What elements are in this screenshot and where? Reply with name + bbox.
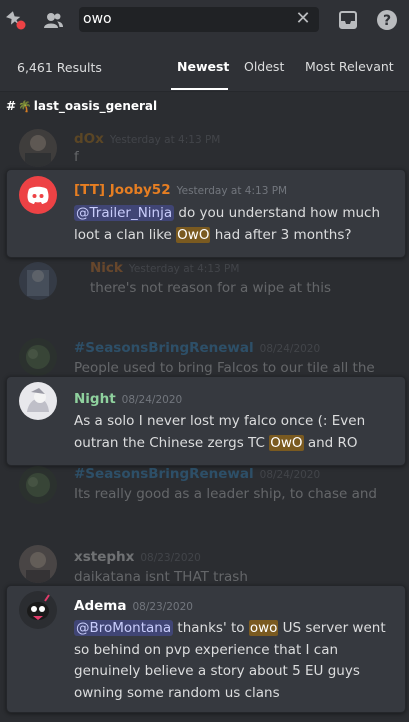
message-content: @Trailer_Ninja do you understand how muc… <box>74 205 381 243</box>
search-result-card[interactable]: Night 08/24/2020 As a solo I never lost m… <box>6 376 406 466</box>
message-timestamp: 08/23/2020 <box>140 552 201 564</box>
message-username[interactable]: Night 08/24/2020 <box>74 391 182 407</box>
message-timestamp: 08/24/2020 <box>259 469 321 481</box>
context-message: #SeasonsBringRenewal 08/24/2020 People us… <box>0 336 409 376</box>
message-content: Its really good as a leader ship, to cha… <box>74 486 377 502</box>
tab-newest[interactable]: Newest <box>177 59 229 74</box>
message-username[interactable]: #SeasonsBringRenewal 08/24/2020 <box>74 340 320 356</box>
channel-name: last_oasis_general <box>33 99 158 113</box>
message-username[interactable]: dOx Yesterday at 4:13 PM <box>74 131 220 147</box>
message-username[interactable]: Nick Yesterday at 4:13 PM <box>90 260 239 276</box>
search-highlight: OwO <box>176 226 211 243</box>
message-content: As a solo I never lost my falco once (: … <box>74 413 366 451</box>
message-username[interactable]: xstephx 08/23/2020 <box>74 549 201 565</box>
message-username[interactable]: #SeasonsBringRenewal 08/24/2020 <box>74 466 320 482</box>
context-message: Nick Yesterday at 4:13 PM there's not rea… <box>0 258 409 304</box>
context-message: #SeasonsBringRenewal 08/24/2020 Its reall… <box>0 466 409 506</box>
avatar <box>19 545 57 583</box>
user-mention[interactable]: @Trailer_Ninja <box>74 205 175 221</box>
tab-oldest[interactable]: Oldest <box>244 59 284 74</box>
message-content: f <box>74 149 79 165</box>
avatar <box>19 262 57 300</box>
message-content: there's not reason for a wipe at this <box>90 280 331 296</box>
tab-most-relevant[interactable]: Most Relevant <box>305 59 394 74</box>
discord-avatar-icon <box>19 176 57 214</box>
result-count: 6,461 Results <box>17 60 102 75</box>
message-timestamp: Yesterday at 4:13 PM <box>128 263 240 275</box>
search-highlight: OwO <box>269 434 304 451</box>
avatar <box>19 129 57 167</box>
context-message: dOx Yesterday at 4:13 PM f <box>0 125 409 167</box>
channel-header[interactable]: # 🌴 last_oasis_general <box>6 99 157 113</box>
search-result-card[interactable]: Adema 08/23/2020 @BroMontana thanks' to o… <box>6 585 406 713</box>
search-input[interactable]: owo ✕ <box>79 7 319 32</box>
results-header: 6,461 Results Newest Oldest Most Relevan… <box>0 40 409 92</box>
help-icon[interactable]: ? <box>375 8 399 32</box>
close-icon[interactable]: ✕ <box>293 9 313 29</box>
inbox-icon[interactable] <box>336 8 360 32</box>
search-highlight: owo <box>248 620 279 636</box>
svg-text:?: ? <box>383 13 391 29</box>
avatar <box>19 382 57 420</box>
message-content: @BroMontana thanks' to owo US server wen… <box>74 620 386 701</box>
avatar <box>19 338 57 376</box>
channel-hash: # <box>6 99 17 113</box>
message-timestamp: 08/24/2020 <box>121 394 183 406</box>
context-message: xstephx 08/23/2020 daikatana isnt THAT tr… <box>0 545 409 585</box>
message-timestamp: 08/23/2020 <box>132 601 193 613</box>
message-username[interactable]: Adema 08/23/2020 <box>74 598 193 614</box>
message-timestamp: 08/24/2020 <box>259 343 321 355</box>
message-username[interactable]: [TT] Jooby52 Yesterday at 4:13 PM <box>74 182 287 198</box>
search-result-card[interactable]: [TT] Jooby52 Yesterday at 4:13 PM @Traile… <box>6 169 406 258</box>
palm-tree-icon: 🌴 <box>18 99 32 113</box>
toolbar: owo ✕ ? <box>0 0 409 40</box>
members-icon[interactable] <box>41 8 65 32</box>
message-timestamp: Yesterday at 4:13 PM <box>109 134 221 146</box>
active-tab-indicator <box>171 88 228 90</box>
avatar <box>19 591 57 629</box>
avatar <box>19 466 57 504</box>
pin-icon[interactable] <box>3 8 27 32</box>
search-value: owo <box>83 11 112 27</box>
user-mention[interactable]: @BroMontana <box>74 620 174 636</box>
message-timestamp: Yesterday at 4:13 PM <box>176 185 288 197</box>
